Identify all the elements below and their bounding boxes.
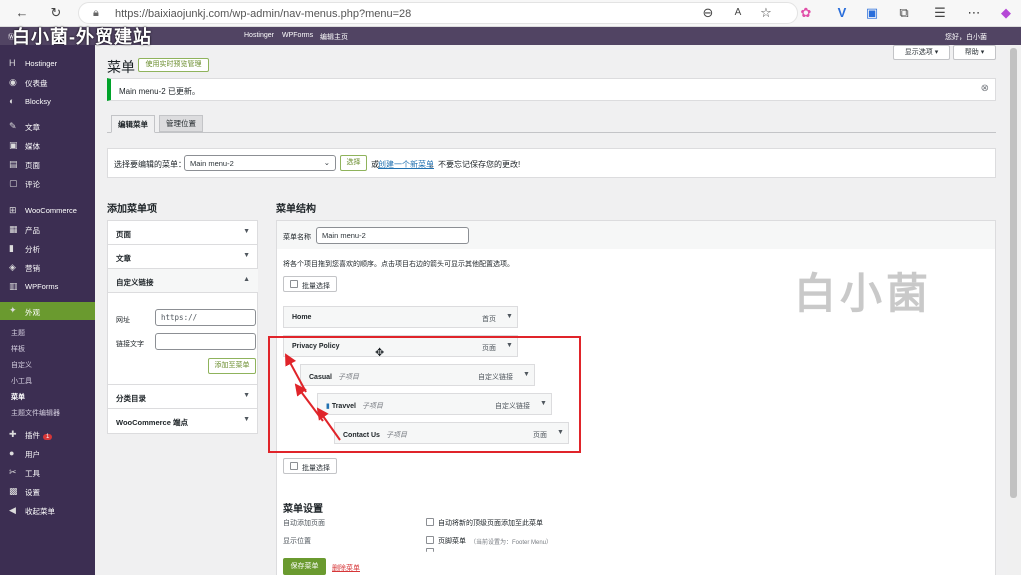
scrollbar-thumb[interactable] xyxy=(1010,48,1017,498)
move-cursor-icon: ✥ xyxy=(375,347,385,359)
annotation-arrows xyxy=(285,353,341,441)
arrow-contact-to-travvel xyxy=(316,407,341,441)
arrow-travvel-to-casual xyxy=(294,383,324,422)
